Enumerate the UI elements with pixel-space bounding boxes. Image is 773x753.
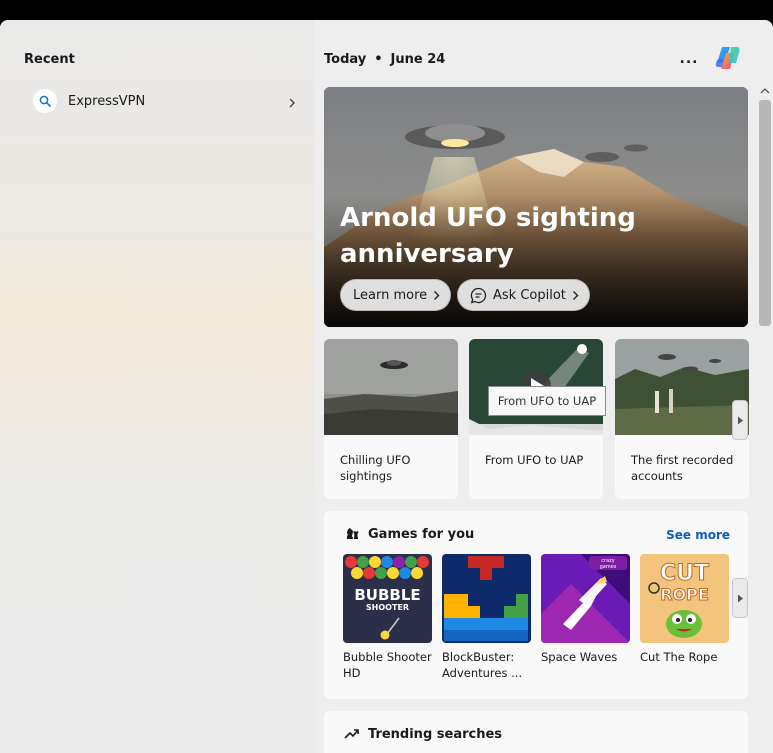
chat-bubble-icon	[470, 287, 487, 303]
card-label: The first recorded accounts	[631, 453, 734, 483]
hero-title: Arnold UFO sighting anniversary	[340, 203, 636, 269]
scroll-up-arrow-icon[interactable]	[760, 87, 770, 94]
card-image	[324, 339, 458, 435]
card-label: From UFO to UAP	[485, 453, 584, 467]
more-options-button[interactable]: ...	[676, 46, 702, 72]
game-thumbnail: CUT ROPE	[640, 554, 729, 643]
games-next-button[interactable]	[732, 578, 748, 618]
tooltip: From UFO to UAP	[488, 386, 606, 416]
vertical-scrollbar[interactable]	[754, 84, 773, 753]
game-tile-space-waves[interactable]: crazy games Space Waves	[541, 554, 630, 665]
games-title: Games for you	[368, 527, 475, 542]
chevron-right-icon	[434, 290, 440, 300]
chevron-right-icon	[288, 94, 296, 113]
cut-the-rope-logo-text: CUT	[660, 561, 709, 586]
chess-knight-icon	[347, 528, 359, 539]
game-thumbnail: BUBBLE SHOOTER	[343, 554, 432, 643]
recent-title: Recent	[24, 52, 75, 67]
game-label: Space Waves	[541, 650, 618, 664]
copilot-icon[interactable]	[712, 42, 744, 74]
highlights-pane: Today • June 24 ... Arnold UFO sighting …	[324, 20, 773, 753]
card-from-ufo-to-uap[interactable]: From UFO to UAP	[469, 339, 603, 499]
card-chilling-ufo-sightings[interactable]: Chilling UFO sightings	[324, 339, 458, 499]
scrollbar-thumb[interactable]	[759, 100, 771, 326]
game-tile-bubble-shooter[interactable]: BUBBLE SHOOTER Bubble Shooter HD	[343, 554, 432, 681]
games-section: Games for you See more BUBBLE SHOOTER Bu…	[324, 511, 748, 699]
game-label: Cut The Rope	[640, 650, 718, 664]
trending-title: Trending searches	[368, 727, 503, 742]
bubble-shooter-logo-text: BUBBLE	[354, 586, 420, 604]
recent-pane: Recent ExpressVPN	[0, 20, 314, 753]
play-triangle-icon	[737, 594, 743, 602]
date-label: June 24	[390, 52, 446, 67]
svg-text:ROPE: ROPE	[660, 585, 709, 604]
card-first-recorded-accounts[interactable]: The first recorded accounts	[615, 339, 749, 499]
learn-more-button[interactable]: Learn more	[340, 279, 452, 311]
recent-item-label: ExpressVPN	[68, 93, 146, 109]
card-image	[615, 339, 749, 435]
ask-copilot-button[interactable]: Ask Copilot	[457, 279, 590, 311]
game-tile-cut-the-rope[interactable]: CUT ROPE Cut The Rope	[640, 554, 729, 665]
svg-text:SHOOTER: SHOOTER	[366, 603, 409, 612]
game-label: BlockBuster: Adventures ...	[442, 650, 523, 680]
search-panel: Recent ExpressVPN Today • June 24 ... Ar…	[0, 20, 773, 753]
play-triangle-icon	[737, 416, 743, 424]
carousel-next-button[interactable]	[732, 400, 748, 440]
today-label: Today	[324, 52, 367, 67]
search-icon	[33, 89, 57, 113]
hero-card[interactable]: Arnold UFO sighting anniversary Learn mo…	[324, 87, 748, 327]
date-header: Today • June 24	[324, 52, 446, 67]
trending-section: Trending searches	[324, 711, 748, 753]
game-thumbnail	[442, 554, 531, 643]
game-thumbnail: crazy games	[541, 554, 630, 643]
chevron-right-icon	[572, 290, 579, 300]
game-tile-blockbuster[interactable]: BlockBuster: Adventures ...	[442, 554, 531, 681]
trending-up-icon	[344, 729, 359, 739]
recent-item-expressvpn[interactable]: ExpressVPN	[28, 86, 304, 116]
game-label: Bubble Shooter HD	[343, 650, 432, 680]
see-more-link[interactable]: See more	[666, 528, 730, 542]
card-label: Chilling UFO sightings	[340, 453, 411, 483]
svg-text:games: games	[600, 564, 617, 570]
